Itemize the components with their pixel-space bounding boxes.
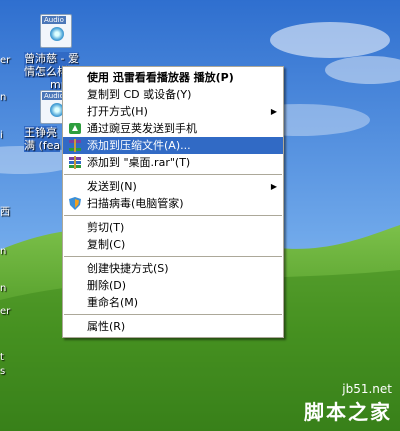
menu-item-scan-virus[interactable]: 扫描病毒(电脑管家) <box>63 195 283 212</box>
edge-text: n <box>0 92 7 103</box>
menu-item-add-to-desktop-rar[interactable]: 添加到 "桌面.rar"(T) <box>63 154 283 171</box>
menu-item-label: 剪切(T) <box>87 221 125 234</box>
menu-item-properties[interactable]: 属性(R) <box>63 318 283 335</box>
winrar-icon <box>69 156 81 169</box>
edge-text: er <box>0 55 11 66</box>
icon-label-line: 曾沛慈 - 爱 <box>24 52 79 65</box>
audio-file-icon: Audio <box>40 14 72 48</box>
watermark-name: 脚本之家 <box>304 400 392 424</box>
menu-item-label: 添加到 "桌面.rar"(T) <box>87 156 191 169</box>
menu-item-delete[interactable]: 删除(D) <box>63 277 283 294</box>
menu-item-cut[interactable]: 剪切(T) <box>63 219 283 236</box>
menu-separator <box>64 314 282 315</box>
edge-text: er <box>0 306 11 317</box>
menu-item-send-to-phone[interactable]: 通过豌豆荚发送到手机 <box>63 120 283 137</box>
menu-item-create-shortcut[interactable]: 创建快捷方式(S) <box>63 260 283 277</box>
winrar-icon <box>69 139 81 152</box>
menu-separator <box>64 256 282 257</box>
edge-text: s <box>0 366 6 377</box>
menu-item-label: 重命名(M) <box>87 296 139 309</box>
menu-item-add-to-archive[interactable]: 添加到压缩文件(A)... <box>63 137 283 154</box>
edge-text: n <box>0 283 7 294</box>
menu-item-label: 扫描病毒(电脑管家) <box>87 197 184 210</box>
menu-item-label: 发送到(N) <box>87 180 137 193</box>
edge-text: 西 <box>0 207 10 218</box>
menu-item-send-to[interactable]: 发送到(N) ▶ <box>63 178 283 195</box>
menu-item-label: 打开方式(H) <box>87 105 148 118</box>
menu-item-label: 复制(C) <box>87 238 126 251</box>
desktop: er n i 西 n n er t s Audio 曾沛慈 - 爱 情怎么样 m… <box>0 0 400 431</box>
edge-text: n <box>0 246 7 257</box>
menu-item-label: 使用 迅雷看看播放器 播放(P) <box>87 71 234 84</box>
watermark: jb51.net 脚本之家 <box>304 382 392 425</box>
menu-item-label: 删除(D) <box>87 279 127 292</box>
menu-separator <box>64 215 282 216</box>
menu-item-label: 添加到压缩文件(A)... <box>87 139 191 152</box>
edge-text: t <box>0 352 4 363</box>
menu-item-copy[interactable]: 复制(C) <box>63 236 283 253</box>
menu-item-label: 属性(R) <box>87 320 126 333</box>
context-menu: 使用 迅雷看看播放器 播放(P) 复制到 CD 或设备(Y) 打开方式(H) ▶ … <box>62 66 284 338</box>
audio-badge: Audio <box>42 16 66 24</box>
icon-label-line: 满 (fea <box>24 139 61 152</box>
shield-icon <box>69 197 81 210</box>
watermark-site: jb51.net <box>342 382 392 396</box>
submenu-arrow-icon: ▶ <box>270 107 277 116</box>
wandoujia-icon <box>69 123 81 134</box>
menu-item-label: 复制到 CD 或设备(Y) <box>87 88 192 101</box>
menu-item-label: 创建快捷方式(S) <box>87 262 169 275</box>
menu-item-play-with-xunlei[interactable]: 使用 迅雷看看播放器 播放(P) <box>63 69 283 86</box>
submenu-arrow-icon: ▶ <box>270 182 277 191</box>
menu-item-open-with[interactable]: 打开方式(H) ▶ <box>63 103 283 120</box>
menu-separator <box>64 174 282 175</box>
icon-label-line: 王铮亮 <box>24 126 57 139</box>
menu-item-copy-to-cd[interactable]: 复制到 CD 或设备(Y) <box>63 86 283 103</box>
edge-text: i <box>0 130 3 141</box>
menu-item-rename[interactable]: 重命名(M) <box>63 294 283 311</box>
menu-item-label: 通过豌豆荚发送到手机 <box>87 122 197 135</box>
